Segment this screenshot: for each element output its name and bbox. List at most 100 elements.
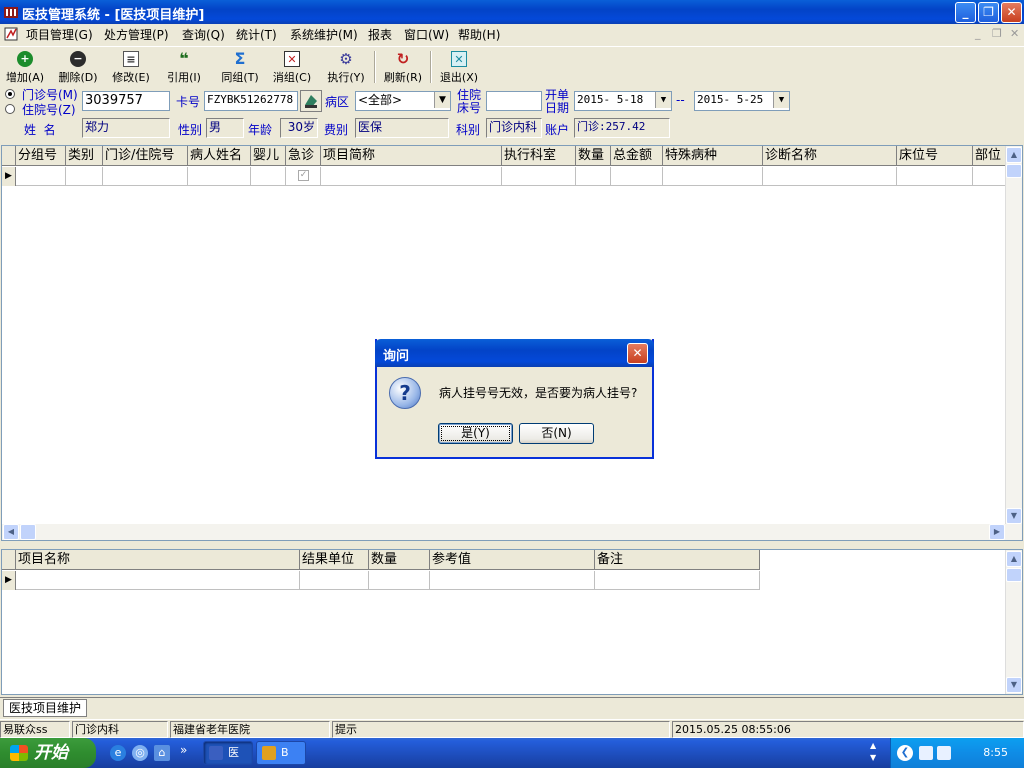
col-result-unit[interactable]: 结果单位 [300, 550, 369, 570]
col-bed-no[interactable]: 床位号 [897, 146, 973, 166]
dialog-titlebar[interactable]: 询问 ✕ [375, 339, 654, 367]
cell-diagnosis[interactable] [763, 167, 897, 186]
browser-icon[interactable]: ◎ [132, 745, 148, 761]
col-category[interactable]: 类别 [66, 146, 103, 166]
no-button[interactable]: 否(N) [519, 423, 594, 444]
scroll-down-button[interactable]: ▼ [1006, 508, 1022, 524]
dialog-close-button[interactable]: ✕ [627, 343, 648, 364]
mdi-child-icon[interactable] [4, 26, 20, 42]
network-icon[interactable]: ⌂ [154, 745, 170, 761]
col-exec-dept[interactable]: 执行科室 [502, 146, 576, 166]
inpatient-radio-label[interactable]: 住院号(Z) [22, 101, 76, 118]
cell-exec-dept[interactable] [502, 167, 576, 186]
cell-reference-value[interactable] [430, 571, 595, 590]
col-group-no[interactable]: 分组号 [16, 146, 66, 166]
col-diagnosis[interactable]: 诊断名称 [763, 146, 897, 166]
cell-patient-name[interactable] [188, 167, 251, 186]
col-patient-name[interactable]: 病人姓名 [188, 146, 251, 166]
close-button[interactable]: ✕ [1001, 2, 1022, 23]
cell-emergency[interactable]: ✓ [286, 167, 321, 186]
col-remarks[interactable]: 备注 [595, 550, 760, 570]
restore-button[interactable]: ❐ [978, 2, 999, 23]
cell-group-no[interactable] [16, 167, 66, 186]
menu-project-mgmt[interactable]: 项目管理(G) [26, 26, 93, 43]
cell-category[interactable] [66, 167, 103, 186]
main-grid-hscrollbar[interactable]: ◀ ▶ [2, 524, 1022, 540]
tray-expand-icon[interactable]: ❮ [897, 745, 913, 761]
cell-quantity[interactable] [576, 167, 611, 186]
menu-window[interactable]: 窗口(W) [404, 26, 449, 43]
patient-number-input[interactable]: 3039757 [82, 91, 170, 111]
col-infant[interactable]: 婴儿 [251, 146, 286, 166]
detail-grid-vscrollbar[interactable]: ▲ ▼ [1005, 550, 1022, 694]
read-card-button[interactable] [300, 90, 322, 112]
cell-body-part[interactable] [973, 167, 1006, 186]
chevron-down-icon[interactable]: ▼ [655, 92, 671, 108]
tab-project-maintenance[interactable]: 医技项目维护 [3, 699, 88, 717]
ward-select[interactable]: <全部> ▼ [355, 91, 451, 111]
main-grid-vscrollbar[interactable]: ▲ ▼ [1005, 146, 1022, 524]
chevron-down-icon[interactable]: ▼ [434, 92, 450, 108]
bed-number-input[interactable] [486, 91, 542, 111]
quicklaunch-chevron-icon[interactable]: » [180, 743, 187, 757]
cell-detail-quantity[interactable] [369, 571, 430, 590]
col-patient-no[interactable]: 门诊/住院号 [103, 146, 188, 166]
menu-query[interactable]: 查询(Q) [182, 26, 225, 43]
date-to-picker[interactable]: 2015- 5-25 ▼ [694, 91, 790, 111]
cell-special-disease[interactable] [663, 167, 763, 186]
cell-total-amount[interactable] [611, 167, 663, 186]
col-quantity[interactable]: 数量 [576, 146, 611, 166]
emergency-checkbox[interactable]: ✓ [298, 170, 309, 181]
execute-button[interactable]: ⚙ 执行(Y) [321, 51, 371, 85]
cell-item-name[interactable] [16, 571, 300, 590]
cell-remarks[interactable] [595, 571, 760, 590]
network-tray-icon[interactable] [919, 746, 933, 760]
col-reference-value[interactable]: 参考值 [430, 550, 595, 570]
col-item-short-name[interactable]: 项目简称 [321, 146, 502, 166]
col-total-amount[interactable]: 总金额 [611, 146, 663, 166]
exit-button[interactable]: ✕ 退出(X) [434, 51, 484, 85]
chevron-down-icon[interactable]: ▼ [773, 92, 789, 108]
scroll-thumb[interactable] [1006, 568, 1022, 582]
network-tray-icon[interactable] [937, 746, 951, 760]
hscroll-thumb[interactable] [20, 524, 36, 540]
mdi-close-button[interactable]: ✕ [1010, 27, 1019, 40]
cancel-group-button[interactable]: ✕ 消组(C) [267, 51, 317, 85]
scroll-down-button[interactable]: ▼ [1006, 677, 1022, 693]
ie-icon[interactable]: e [110, 745, 126, 761]
start-button[interactable]: 开始 [0, 738, 96, 768]
taskbar-scroll-icon[interactable]: ▲ ▼ [870, 740, 876, 764]
same-group-button[interactable]: Σ 同组(T) [215, 51, 265, 85]
menu-statistics[interactable]: 统计(T) [236, 26, 277, 43]
minimize-button[interactable]: _ [955, 2, 976, 23]
col-item-name[interactable]: 项目名称 [16, 550, 300, 570]
cell-result-unit[interactable] [300, 571, 369, 590]
mdi-restore-button[interactable]: ❐ [992, 27, 1002, 40]
detail-grid[interactable]: 项目名称 结果单位 数量 参考值 备注 ▶ ▲ ▼ [1, 549, 1023, 695]
cell-patient-no[interactable] [103, 167, 188, 186]
delete-button[interactable]: − 删除(D) [53, 51, 103, 85]
date-from-picker[interactable]: 2015- 5-18 ▼ [574, 91, 672, 111]
mdi-minimize-button[interactable]: _ [975, 27, 981, 40]
scroll-thumb[interactable] [1006, 164, 1022, 178]
menu-prescription-mgmt[interactable]: 处方管理(P) [104, 26, 169, 43]
inpatient-radio[interactable] [5, 104, 15, 114]
window-titlebar[interactable]: 医技管理系统 - [医技项目维护] _ ❐ ✕ [0, 0, 1024, 24]
col-detail-quantity[interactable]: 数量 [369, 550, 430, 570]
cell-infant[interactable] [251, 167, 286, 186]
edit-button[interactable]: ≡ 修改(E) [106, 51, 156, 85]
menu-system-maintenance[interactable]: 系统维护(M) [290, 26, 358, 43]
cell-bed-no[interactable] [897, 167, 973, 186]
menu-help[interactable]: 帮助(H) [458, 26, 500, 43]
col-body-part[interactable]: 部位 [973, 146, 1006, 166]
card-number-input[interactable]: FZYBK51262778 [204, 91, 298, 111]
scroll-up-button[interactable]: ▲ [1006, 147, 1022, 163]
confirm-dialog[interactable]: 询问 ✕ ? 病人挂号号无效，是否要为病人挂号? 是(Y) 否(N) [375, 339, 654, 459]
taskbar-app-medical[interactable]: 医 [203, 741, 253, 765]
scroll-up-button[interactable]: ▲ [1006, 551, 1022, 567]
yes-button[interactable]: 是(Y) [438, 423, 513, 444]
refresh-button[interactable]: ↻ 刷新(R) [378, 51, 428, 85]
table-row[interactable]: ✓ [2, 167, 1006, 187]
table-row[interactable] [2, 571, 760, 591]
reference-button[interactable]: ❝ 引用(I) [159, 51, 209, 85]
